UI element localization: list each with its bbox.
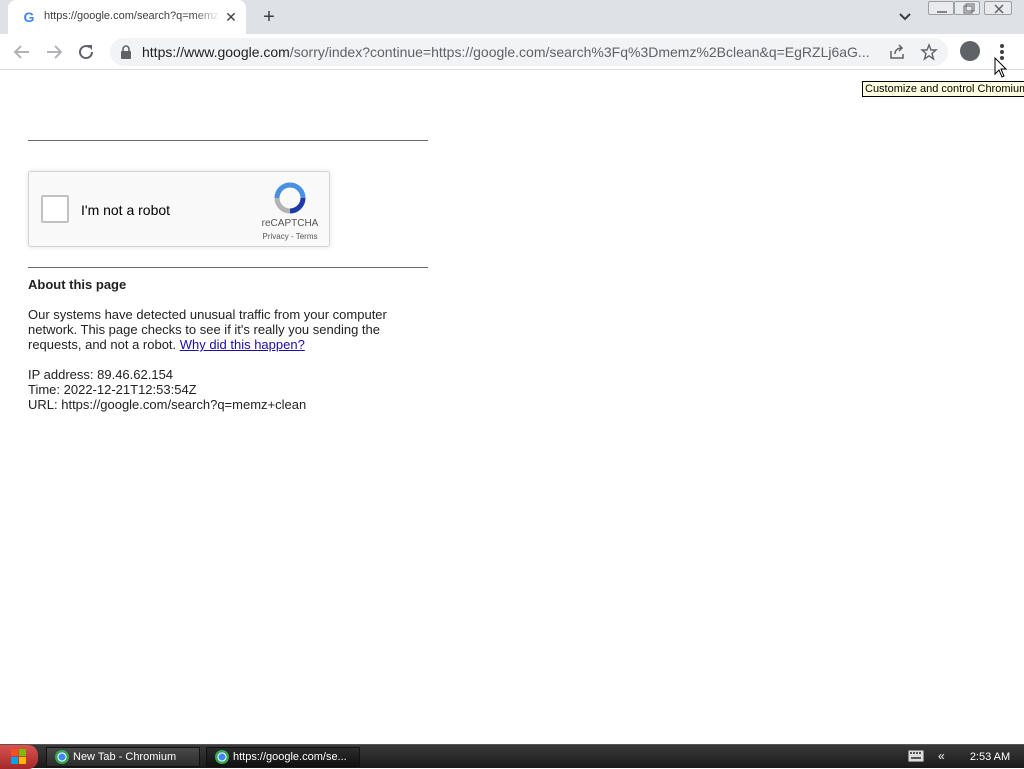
request-url: URL: https://google.com/search?q=memz+cl… [28,397,307,412]
tab-close-icon[interactable]: ✕ [223,9,239,25]
new-tab-button[interactable]: + [258,6,280,28]
page-content: I'm not a robot reCAPTCHA Privacy - Term… [0,71,1024,744]
profile-avatar-icon[interactable] [960,41,980,61]
tab-strip: G https://google.com/search?q=memz+clean… [0,0,1024,34]
recaptcha-checkbox[interactable] [41,195,69,223]
browser-toolbar: https://www.google.com/sorry/index?conti… [0,34,1024,70]
keyboard-icon[interactable] [908,750,924,762]
tray-expand-icon[interactable]: « [938,747,952,765]
timestamp: Time: 2022-12-21T12:53:54Z [28,382,197,397]
ip-address: IP address: 89.46.62.154 [28,367,174,382]
recaptcha-label: I'm not a robot [81,202,171,218]
about-heading: About this page [28,277,127,292]
recaptcha-widget: I'm not a robot reCAPTCHA Privacy - Term… [28,171,330,247]
about-paragraph: Our systems have detected unusual traffi… [28,307,408,352]
taskbar-item-new-tab[interactable]: New Tab - Chromium [46,747,200,767]
bookmark-star-icon[interactable] [920,43,938,61]
taskbar-item-label: New Tab - Chromium [73,751,177,763]
divider [28,267,428,268]
back-arrow-icon[interactable] [10,40,34,64]
url-text[interactable]: https://www.google.com/sorry/index?conti… [142,44,882,60]
chromium-icon [215,750,229,764]
chromium-icon [55,750,69,764]
forward-arrow-icon[interactable] [42,40,66,64]
url-host: https://www.google.com [142,44,290,60]
recaptcha-logo-icon [274,182,306,214]
windows-logo-icon [11,749,26,764]
clock[interactable]: 2:53 AM [962,745,1018,769]
why-link[interactable]: Why did this happen? [180,337,305,352]
tab-search-chevron-icon[interactable] [895,8,915,26]
share-icon[interactable] [888,43,906,61]
taskbar: New Tab - Chromium https://google.com/se… [0,744,1024,769]
browser-tab[interactable]: G https://google.com/search?q=memz+clean… [8,0,246,34]
reload-icon[interactable] [74,40,98,64]
start-button[interactable] [0,745,38,769]
address-bar[interactable]: https://www.google.com/sorry/index?conti… [110,38,948,66]
divider [28,140,428,141]
mouse-cursor-icon [994,57,1008,78]
google-favicon-icon: G [23,9,35,25]
taskbar-item-label: https://google.com/se... [233,751,347,763]
url-path: /sorry/index?continue=https://google.com… [289,44,870,60]
tab-title: https://google.com/search?q=memz+clean [44,10,220,22]
close-window-button[interactable] [984,1,1012,15]
menu-tooltip: Customize and control Chromium [862,81,1024,97]
request-info: IP address: 89.46.62.154 Time: 2022-12-2… [28,367,306,412]
restore-button[interactable] [954,1,980,15]
minimize-button[interactable] [928,1,954,15]
recaptcha-links[interactable]: Privacy - Terms [255,232,325,241]
taskbar-item-google[interactable]: https://google.com/se... [206,747,360,767]
recaptcha-brand: reCAPTCHA [261,218,319,229]
lock-icon[interactable] [120,45,132,59]
